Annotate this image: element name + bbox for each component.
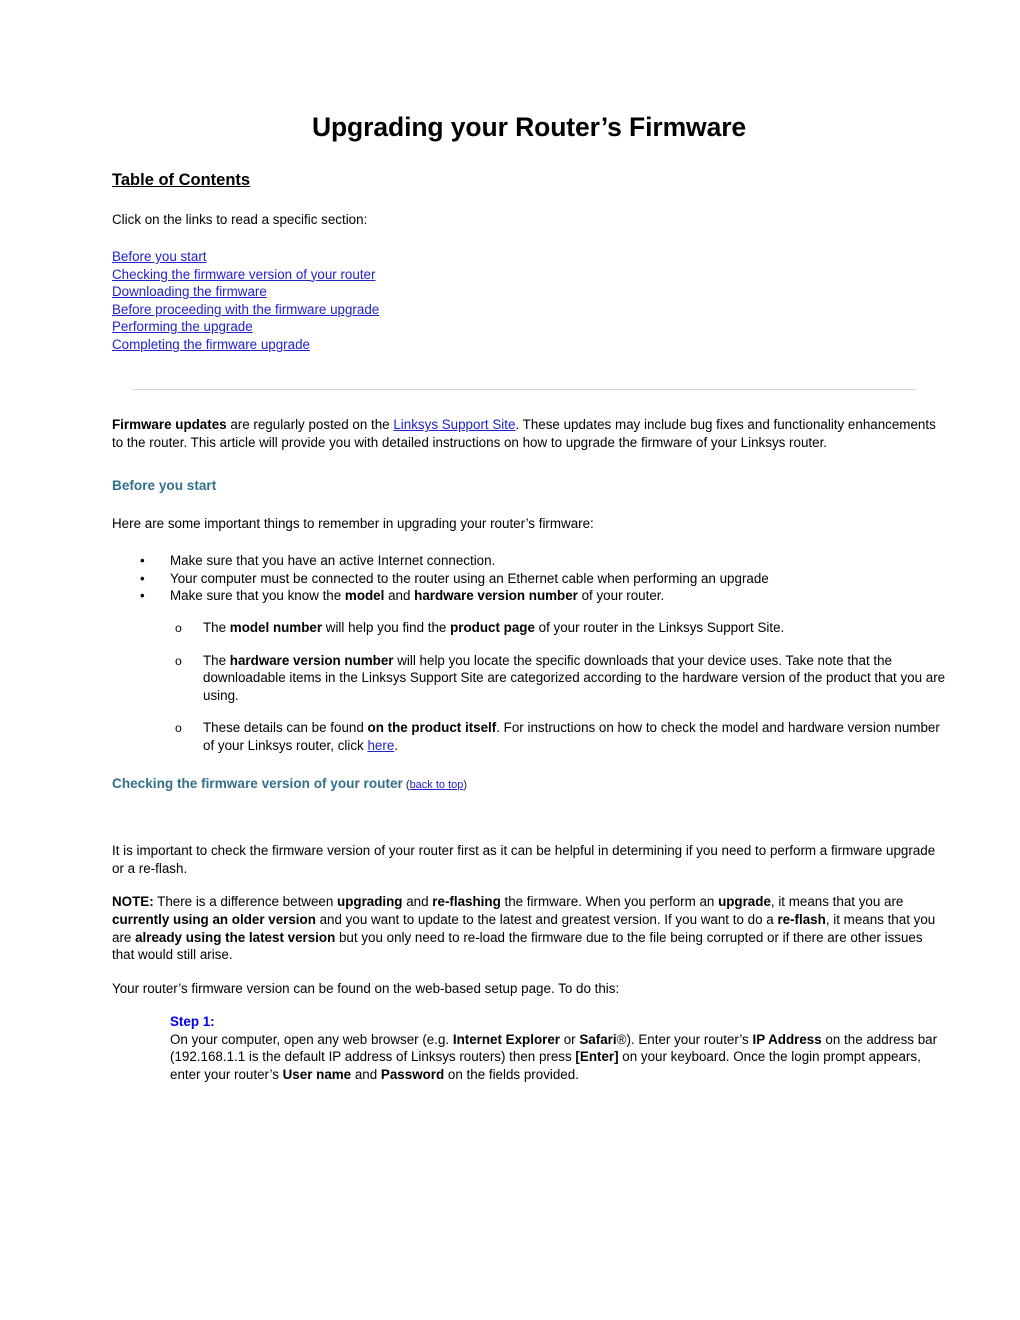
before-you-start-sub-bullet-list: o The model number will help you find th… bbox=[112, 605, 946, 755]
bold-run: re-flashing bbox=[432, 894, 501, 910]
sub-bullet-marker-icon: o bbox=[175, 721, 182, 736]
text-run: of your router. bbox=[577, 588, 665, 604]
bold-run: upgrading bbox=[337, 894, 403, 910]
section-heading-label: Checking the firmware version of your ro… bbox=[112, 775, 403, 791]
page-title: Upgrading your Router’s Firmware bbox=[311, 112, 747, 142]
bold-run: upgrade bbox=[718, 894, 771, 910]
toc-link-completing-upgrade[interactable]: Completing the firmware upgrade bbox=[112, 337, 310, 352]
list-item: Checking the firmware version of your ro… bbox=[112, 266, 946, 284]
list-item: • Make sure that you have an active Inte… bbox=[112, 552, 946, 570]
bold-run: Internet Explorer bbox=[452, 1031, 560, 1047]
checking-firmware-paragraph-1: It is important to check the firmware ve… bbox=[112, 843, 936, 876]
note-text: There is a difference between upgrading … bbox=[112, 894, 935, 962]
step-1-block: Step 1: On your computer, open any web b… bbox=[112, 1013, 946, 1083]
text-run: and bbox=[351, 1067, 381, 1083]
text-run: On your computer, open any web browser (… bbox=[170, 1031, 453, 1047]
list-item: Downloading the firmware bbox=[112, 283, 946, 301]
text-run: Make sure that you know the bbox=[170, 588, 345, 604]
text-run: and bbox=[384, 588, 415, 604]
bold-run: IP Address bbox=[752, 1031, 822, 1047]
bullet-marker-icon: • bbox=[140, 553, 145, 569]
text-run: There is a difference between bbox=[153, 894, 338, 910]
bold-run: [Enter] bbox=[575, 1049, 619, 1065]
bold-run: on the product itself bbox=[367, 720, 497, 736]
before-you-start-bullet-list: • Make sure that you have an active Inte… bbox=[112, 552, 946, 605]
list-item: o These details can be found on the prod… bbox=[112, 719, 946, 754]
section-heading-before-you-start: Before you start bbox=[112, 478, 217, 494]
text-run: of your router in the Linksys Support Si… bbox=[534, 620, 785, 636]
document-page: Upgrading your Router’s Firmware Table o… bbox=[0, 0, 1020, 1320]
bold-run: hardware version number bbox=[414, 588, 578, 604]
intro-text-before-link: are regularly posted on the bbox=[226, 417, 394, 433]
list-item: o The model number will help you find th… bbox=[112, 619, 946, 652]
bullet-marker-icon: • bbox=[140, 570, 145, 586]
text-run: on the fields provided. bbox=[444, 1067, 579, 1083]
text-run: , it means that you are bbox=[770, 894, 904, 910]
bold-run: already using the latest version bbox=[135, 929, 336, 945]
table-of-contents-intro: Click on the links to read a specific se… bbox=[112, 212, 368, 228]
sub-bullet-text: These details can be found on the produc… bbox=[203, 720, 940, 753]
bold-run: model bbox=[344, 588, 385, 604]
toc-link-checking-firmware-version[interactable]: Checking the firmware version of your ro… bbox=[112, 267, 375, 282]
step-1-label: Step 1: bbox=[170, 1014, 215, 1030]
sub-bullet-marker-icon: o bbox=[175, 621, 182, 636]
before-you-start-intro: Here are some important things to rememb… bbox=[112, 515, 594, 531]
intro-paragraph: Firmware updates are regularly posted on… bbox=[112, 416, 946, 451]
note-label: NOTE: bbox=[112, 894, 154, 910]
table-of-contents-list: Before you start Checking the firmware v… bbox=[112, 229, 946, 353]
text-run: The bbox=[203, 652, 230, 668]
back-to-top: (back to top) bbox=[403, 779, 467, 791]
sub-bullet-text: The model number will help you find the … bbox=[203, 620, 784, 635]
sub-bullet-marker-icon: o bbox=[175, 653, 182, 668]
list-item: • Your computer must be connected to the… bbox=[112, 570, 946, 588]
inline-link[interactable]: here bbox=[367, 738, 394, 753]
text-run: and you want to update to the latest and… bbox=[315, 911, 778, 927]
bold-run: re-flash bbox=[777, 911, 826, 927]
text-run: ®). Enter your router’s bbox=[616, 1031, 753, 1047]
bold-run: Password bbox=[380, 1067, 445, 1083]
list-item: Before you start bbox=[112, 248, 946, 266]
list-item: Performing the upgrade bbox=[112, 318, 946, 336]
text-run: . bbox=[394, 738, 399, 754]
bold-run: Safari bbox=[579, 1031, 617, 1047]
toc-link-downloading-firmware[interactable]: Downloading the firmware bbox=[112, 284, 267, 299]
bullet-marker-icon: • bbox=[140, 588, 145, 604]
linksys-support-site-link[interactable]: Linksys Support Site bbox=[393, 417, 515, 432]
intro-bold-lead: Firmware updates bbox=[112, 417, 227, 433]
bold-run: model number bbox=[229, 620, 323, 636]
bullet-text: Make sure that you know the model and ha… bbox=[170, 588, 664, 603]
text-run: Make sure that you have an active Intern… bbox=[170, 553, 496, 569]
step-1-body: On your computer, open any web browser (… bbox=[170, 1031, 946, 1084]
list-item: Before proceeding with the firmware upgr… bbox=[112, 301, 946, 319]
table-of-contents-heading: Table of Contents bbox=[112, 171, 251, 190]
list-item: o The hardware version number will help … bbox=[112, 652, 946, 720]
toc-link-performing-upgrade[interactable]: Performing the upgrade bbox=[112, 319, 253, 334]
list-item: Completing the firmware upgrade bbox=[112, 336, 946, 354]
bold-run: hardware version number bbox=[229, 652, 394, 668]
bold-run: User name bbox=[282, 1067, 352, 1083]
text-run: The bbox=[203, 620, 230, 636]
section-heading-checking-firmware-version: Checking the firmware version of your ro… bbox=[112, 775, 946, 795]
toc-link-before-you-start[interactable]: Before you start bbox=[112, 249, 207, 264]
back-to-top-link[interactable]: back to top bbox=[410, 779, 464, 791]
text-run: These details can be found bbox=[203, 720, 368, 736]
text-run: will help you find the bbox=[322, 620, 451, 636]
sub-bullet-text: The hardware version number will help yo… bbox=[203, 653, 945, 703]
text-run: Your computer must be connected to the r… bbox=[170, 570, 769, 586]
paren-close: ) bbox=[463, 778, 468, 791]
document-content: Upgrading your Router’s Firmware Table o… bbox=[112, 0, 946, 1084]
text-run: or bbox=[560, 1031, 580, 1047]
list-item: • Make sure that you know the model and … bbox=[112, 587, 946, 605]
bold-run: currently using an older version bbox=[112, 911, 316, 927]
checking-firmware-paragraph-2: Your router’s firmware version can be fo… bbox=[112, 980, 620, 996]
toc-link-before-proceeding[interactable]: Before proceeding with the firmware upgr… bbox=[112, 302, 379, 317]
text-run: and bbox=[402, 894, 433, 910]
bullet-text: Your computer must be connected to the r… bbox=[170, 571, 769, 586]
bold-run: product page bbox=[450, 620, 535, 636]
checking-firmware-note: NOTE: There is a difference between upgr… bbox=[112, 893, 946, 963]
bullet-text: Make sure that you have an active Intern… bbox=[170, 553, 495, 568]
text-run: the firmware. When you perform an bbox=[500, 894, 719, 910]
